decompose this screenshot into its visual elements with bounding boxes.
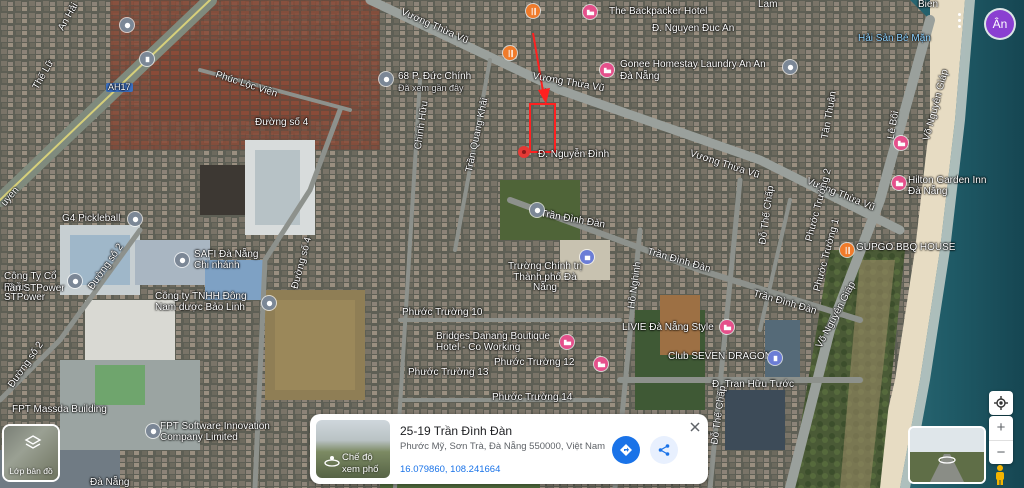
place-label: Gonee Homestay Laundry An An bbox=[620, 59, 766, 70]
sports-icon[interactable] bbox=[128, 212, 142, 226]
place-label: The Backpacker Hotel bbox=[609, 6, 708, 17]
place-label: GUPGO BBQ HOUSE bbox=[856, 242, 956, 253]
close-icon bbox=[690, 422, 700, 432]
place-label: Bien bbox=[918, 0, 939, 10]
place-icon[interactable] bbox=[68, 274, 82, 288]
layers-icon bbox=[24, 435, 42, 449]
place-icon[interactable] bbox=[175, 253, 189, 267]
place-label: SAFI Đà Nẵng Chi nhánh bbox=[194, 249, 259, 271]
place-label: LIVIE Đà Nẵng Style bbox=[622, 322, 714, 333]
place-label: Đà Nẵng bbox=[90, 477, 130, 488]
road-label: Phước Trường 12 bbox=[494, 357, 575, 368]
road-label: Đ. Nguyen Đuc An bbox=[652, 23, 735, 34]
place-label: Trường Chính trị Thành phố Đà Nẵng bbox=[507, 261, 582, 293]
place-icon[interactable] bbox=[146, 424, 160, 438]
place-label: Hải Sản Bé Mặn bbox=[858, 33, 931, 44]
place-label: Công ty TNHH Đông Nam dược Bảo Linh bbox=[155, 291, 247, 313]
road-label: Đường số 4 bbox=[255, 117, 309, 128]
place-icon[interactable] bbox=[530, 203, 544, 217]
place-label: Club SEVEN DRAGON bbox=[668, 351, 772, 362]
place-icon[interactable] bbox=[262, 296, 276, 310]
restaurant-icon[interactable] bbox=[526, 4, 540, 18]
share-button[interactable] bbox=[650, 436, 678, 464]
directions-icon bbox=[620, 444, 632, 456]
hotel-icon[interactable] bbox=[894, 136, 908, 150]
streetview-preview-image bbox=[910, 428, 984, 482]
close-button[interactable] bbox=[688, 420, 702, 434]
place-coordinates[interactable]: 16.079860, 108.241664 bbox=[400, 464, 500, 475]
directions-button[interactable] bbox=[612, 436, 640, 464]
streetview-thumbnail[interactable]: Chế độ xem phố bbox=[316, 420, 390, 478]
layers-button[interactable]: Lớp bản đồ bbox=[2, 424, 60, 482]
hotel-icon[interactable] bbox=[560, 335, 574, 349]
school-icon[interactable] bbox=[580, 250, 594, 264]
hotel-icon[interactable] bbox=[892, 176, 906, 190]
streetview-icon bbox=[324, 456, 340, 467]
restaurant-icon[interactable] bbox=[503, 46, 517, 60]
hotel-icon[interactable] bbox=[720, 320, 734, 334]
place-label: G4 Pickleball bbox=[62, 213, 121, 224]
place-label: Đã xem gần đây bbox=[398, 83, 464, 93]
gas-station-icon[interactable] bbox=[140, 52, 154, 66]
account-avatar[interactable]: Ân bbox=[986, 10, 1014, 38]
road-label: Phước Trường 13 bbox=[408, 367, 489, 378]
place-icon[interactable] bbox=[379, 72, 393, 86]
restaurant-icon[interactable] bbox=[840, 243, 854, 257]
place-label: Bridges Danang Boutique Hotel - Co Worki… bbox=[436, 331, 550, 353]
place-label: 68 P. Đức Chính bbox=[398, 71, 472, 82]
place-sub-address: Phước Mỹ, Sơn Trà, Đà Nẵng 550000, Việt … bbox=[400, 441, 606, 452]
streetview-preview[interactable] bbox=[908, 426, 986, 484]
road-label: Đ. Nguyễn Đình bbox=[538, 149, 610, 160]
place-icon[interactable] bbox=[120, 18, 134, 32]
road-label: Lam bbox=[758, 0, 778, 10]
hotel-icon[interactable] bbox=[583, 5, 597, 19]
place-label: hần STPower bbox=[4, 283, 65, 294]
highway-shield: AH17 bbox=[106, 82, 133, 93]
road-label: Phước Trường 10 bbox=[402, 307, 483, 318]
place-label: Đà Nẵng bbox=[620, 71, 660, 82]
place-label: FPT Massda Building bbox=[12, 404, 107, 415]
place-info-card[interactable]: Chế độ xem phố 25-19 Trần Đình Đàn Phước… bbox=[310, 414, 708, 484]
hotel-icon[interactable] bbox=[600, 63, 614, 77]
pegman-icon[interactable] bbox=[993, 464, 1007, 486]
my-location-button[interactable] bbox=[989, 391, 1013, 415]
share-icon bbox=[658, 444, 670, 456]
layers-label: Lớp bản đồ bbox=[9, 466, 53, 476]
my-location-icon bbox=[994, 396, 1008, 410]
place-label: Hilton Garden Inn Đà Nẵng bbox=[908, 175, 987, 197]
zoom-in-button[interactable]: + bbox=[989, 416, 1013, 440]
place-address: 25-19 Trần Đình Đàn bbox=[400, 424, 513, 438]
zoom-out-button[interactable]: − bbox=[989, 441, 1013, 465]
apps-menu-icon[interactable] bbox=[958, 13, 961, 28]
road-label: Phước Trường 14 bbox=[492, 392, 573, 403]
streetview-label: Chế độ xem phố bbox=[342, 452, 379, 475]
zoom-control[interactable]: + − bbox=[989, 416, 1013, 464]
place-label: FPT Software Innovation Company Limited bbox=[160, 421, 270, 443]
nightlife-icon[interactable] bbox=[768, 351, 782, 365]
laundry-icon[interactable] bbox=[783, 60, 797, 74]
hotel-icon[interactable] bbox=[594, 357, 608, 371]
